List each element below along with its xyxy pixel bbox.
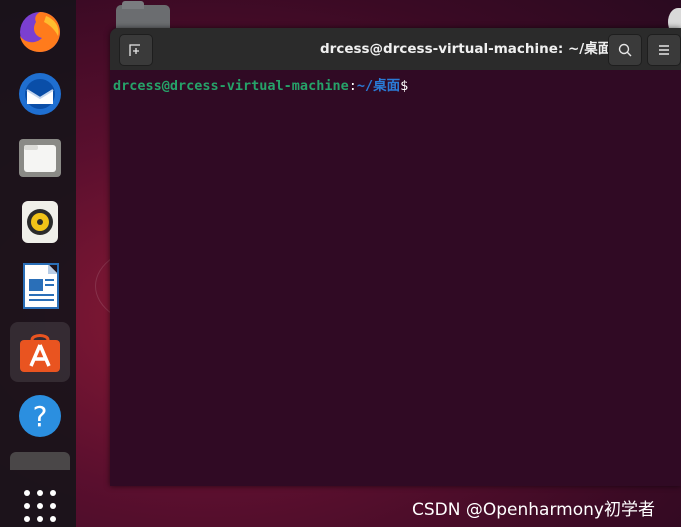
firefox-icon [20, 12, 60, 52]
new-tab-icon [129, 44, 140, 56]
dock-item-thunderbird[interactable] [10, 64, 70, 124]
thunderbird-icon [19, 73, 61, 115]
rhythmbox-icon [22, 201, 58, 243]
dock-item-help[interactable]: ? [10, 386, 70, 446]
hamburger-menu-icon [659, 45, 669, 55]
new-tab-button[interactable] [119, 34, 153, 66]
search-icon [618, 43, 632, 57]
prompt-separator: : [348, 78, 357, 94]
search-button[interactable] [608, 34, 642, 66]
prompt-user: drcess@drcess-virtual-machine [113, 78, 349, 94]
dock-item-writer[interactable] [10, 256, 70, 316]
terminal-prompt[interactable]: drcess@drcess-virtual-machine:~/桌面$ [113, 74, 408, 94]
terminal-titlebar[interactable]: drcess@drcess-virtual-machine: ~/桌面 [110, 28, 681, 70]
dock-item-software[interactable] [10, 322, 70, 382]
dock-item-rhythmbox[interactable] [10, 192, 70, 252]
dock-item-partial[interactable] [10, 452, 70, 470]
software-center-icon [20, 334, 60, 372]
dock: ? [0, 0, 76, 527]
show-applications-icon[interactable] [24, 490, 58, 524]
writer-icon [23, 263, 59, 309]
help-glyph: ? [33, 400, 48, 433]
prompt-path: ~/桌面 [356, 78, 401, 94]
help-icon: ? [19, 395, 61, 437]
prompt-symbol: $ [400, 78, 409, 94]
dock-item-files[interactable] [10, 128, 70, 188]
menu-button[interactable] [647, 34, 681, 66]
terminal-window[interactable]: drcess@drcess-virtual-machine: ~/桌面 drce… [110, 28, 681, 486]
watermark: CSDN @Openharmony初学者 [412, 500, 655, 520]
window-title: drcess@drcess-virtual-machine: ~/桌面 [320, 41, 612, 57]
dock-item-firefox[interactable] [10, 0, 70, 60]
files-icon [19, 139, 61, 177]
